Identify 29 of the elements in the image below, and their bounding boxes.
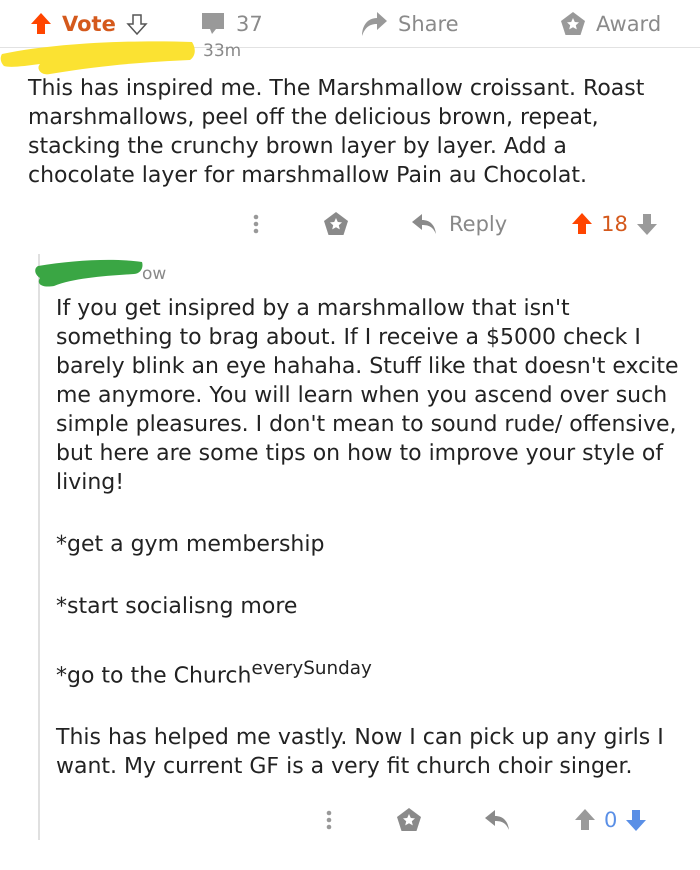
comment-text: If you get insipred by a marshmallow that isn't something to brag about. If I receive a $5000 check I barely blink an eye hahaha. Stuff like that doesn't excite me anymore. You will learn when you ascend over such simple pleasures. I don't mean to sound rude/ offensive, but here are some tips on how to improve your style of living!: [56, 295, 680, 497]
upvote-icon[interactable]: [571, 212, 594, 236]
comment-time: 33m: [203, 41, 242, 61]
upvote-icon[interactable]: [30, 12, 52, 36]
score: 18: [601, 212, 628, 236]
award-button[interactable]: Award: [560, 10, 700, 36]
comment-text: *get a gym membership: [56, 531, 326, 559]
upvote-icon[interactable]: [574, 808, 596, 832]
award-icon[interactable]: [396, 807, 422, 834]
award-icon[interactable]: [323, 211, 349, 237]
reply-button[interactable]: Reply: [411, 212, 508, 236]
reply-icon: [411, 213, 439, 235]
comment-text: This has inspired me. The Marshmallow croissant. Roast marshmallows, peel off the delicious brown, repeat, stacking the crunchy brown layer by layer. Add a chocolate layer for marshmallow Pain au Chocolat.: [28, 75, 646, 190]
reply-icon[interactable]: [484, 809, 512, 832]
more-options-icon[interactable]: [326, 810, 332, 830]
share-icon: [360, 10, 388, 36]
more-options-icon[interactable]: [253, 214, 259, 234]
share-button[interactable]: Share: [360, 10, 560, 36]
comments-button[interactable]: 37: [200, 12, 360, 36]
score: 0: [604, 808, 618, 832]
comment-text: *go to the Church$^{everySunday}$: [56, 657, 373, 690]
comment-icon: [200, 12, 226, 36]
comment-text: This has helped me vastly. Now I can pick up any girls I want. My current GF is a very fit church choir singer.: [56, 724, 665, 782]
downvote-icon[interactable]: [625, 808, 648, 832]
award-icon: [560, 10, 586, 36]
vote-label: Vote: [62, 12, 116, 36]
comment-text: *start socialisng more: [56, 593, 298, 621]
downvote-icon[interactable]: [126, 12, 148, 36]
comment-time: ow: [142, 264, 166, 284]
